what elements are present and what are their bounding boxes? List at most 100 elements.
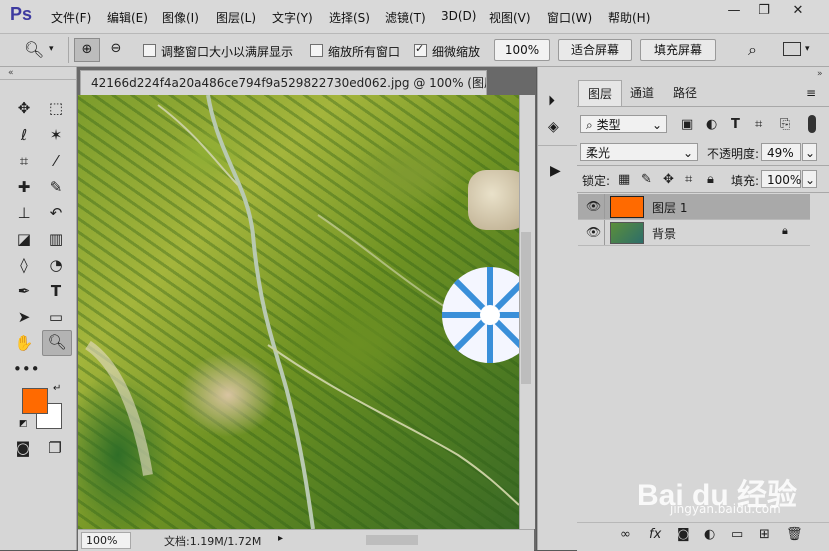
link-layers-icon[interactable]: ∞ bbox=[620, 527, 631, 543]
tab-channels[interactable]: 通道 bbox=[622, 80, 662, 106]
pen-tool-icon[interactable]: ✒ bbox=[13, 280, 35, 302]
path-selection-tool-icon[interactable]: ➤ bbox=[13, 306, 35, 328]
image-canvas[interactable] bbox=[78, 95, 519, 529]
zoom-all-checkbox[interactable] bbox=[310, 44, 323, 57]
history-panel-icon[interactable]: ⏵ bbox=[548, 93, 555, 109]
layer-name[interactable]: 背景 bbox=[652, 225, 676, 242]
resize-windows-checkbox[interactable] bbox=[143, 44, 156, 57]
visibility-eye-icon[interactable]: 👁︎ bbox=[586, 199, 601, 213]
actions-play-icon[interactable]: ▶ bbox=[550, 163, 561, 179]
eraser-tool-icon[interactable]: ◪ bbox=[13, 228, 35, 250]
restore-button[interactable]: ❐ bbox=[752, 3, 776, 19]
menu-help[interactable]: 帮助(H) bbox=[608, 9, 650, 26]
document-tab[interactable]: 42166d224f4a20a486ce794f9a529822730ed062… bbox=[80, 70, 487, 95]
collapse-icon[interactable]: » bbox=[817, 69, 823, 79]
default-colors-icon[interactable]: ◩ bbox=[19, 419, 28, 429]
magic-wand-tool-icon[interactable]: ✶ bbox=[45, 124, 67, 146]
chevron-down-icon[interactable]: ▾ bbox=[805, 44, 810, 54]
fit-screen-button[interactable]: 适合屏幕 bbox=[558, 39, 632, 61]
menu-view[interactable]: 视图(V) bbox=[489, 9, 531, 26]
chevron-right-icon[interactable]: ▸ bbox=[278, 533, 283, 544]
healing-brush-tool-icon[interactable]: ✚ bbox=[13, 176, 35, 198]
fill-screen-button[interactable]: 填充屏幕 bbox=[640, 39, 716, 61]
document-size: 文档:1.19M/1.72M bbox=[164, 535, 262, 548]
vertical-scrollbar-thumb[interactable] bbox=[521, 232, 531, 384]
panel-menu-icon[interactable]: ≡ bbox=[806, 86, 816, 100]
filter-kind-select[interactable]: ⌕ 类型 ⌄ bbox=[580, 115, 667, 133]
zoom-status[interactable]: 100% bbox=[81, 532, 131, 549]
clone-stamp-tool-icon[interactable]: ⊥ bbox=[13, 202, 35, 224]
new-group-icon[interactable]: ▭ bbox=[731, 527, 743, 543]
workspace-icon[interactable] bbox=[783, 42, 801, 56]
marquee-tool-icon[interactable]: ⬚ bbox=[45, 97, 67, 119]
fill-dropdown[interactable]: ⌄ bbox=[802, 170, 817, 188]
menu-layer[interactable]: 图层(L) bbox=[216, 9, 256, 26]
zoom-out-icon[interactable]: ⊖ bbox=[104, 38, 128, 60]
search-icon[interactable]: ⌕ bbox=[748, 40, 757, 60]
rectangle-tool-icon[interactable]: ▭ bbox=[45, 306, 67, 328]
shape-filter-icon[interactable]: ⌗ bbox=[755, 117, 762, 133]
layer-row-layer1[interactable]: 👁︎ 图层 1 bbox=[578, 194, 810, 220]
blur-tool-icon[interactable]: ◊ bbox=[13, 254, 35, 276]
layer-row-background[interactable]: 👁︎ 背景 🔒︎ bbox=[578, 220, 810, 246]
crop-tool-icon[interactable]: ⌗ bbox=[13, 150, 35, 172]
history-brush-tool-icon[interactable]: ↶ bbox=[45, 202, 67, 224]
lock-all-icon[interactable]: 🔒︎ bbox=[707, 172, 714, 188]
move-tool-icon[interactable]: ✥ bbox=[13, 97, 35, 119]
adjustment-layer-icon[interactable]: ◐ bbox=[704, 527, 715, 543]
chevron-down-icon[interactable]: ▾ bbox=[49, 44, 54, 54]
lock-artboard-icon[interactable]: ⌗ bbox=[685, 172, 692, 188]
menu-window[interactable]: 窗口(W) bbox=[547, 9, 592, 26]
screen-mode-icon[interactable]: ❐ bbox=[44, 437, 66, 459]
opacity-field[interactable]: 49% bbox=[761, 143, 801, 161]
swap-colors-icon[interactable]: ↵ bbox=[53, 383, 61, 394]
opacity-dropdown[interactable]: ⌄ bbox=[802, 143, 817, 161]
foreground-color-swatch[interactable] bbox=[22, 388, 48, 414]
minimize-button[interactable]: — bbox=[722, 3, 746, 19]
zoom-tool-icon[interactable]: 🔍︎ bbox=[42, 330, 72, 356]
lock-image-icon[interactable]: ✎ bbox=[641, 172, 652, 188]
tab-paths[interactable]: 路径 bbox=[664, 80, 706, 106]
type-filter-icon[interactable]: T bbox=[731, 117, 740, 133]
filter-toggle-icon[interactable] bbox=[808, 115, 816, 133]
hot-air-balloon bbox=[442, 267, 519, 363]
zoom-in-icon[interactable]: ⊕ bbox=[74, 38, 100, 62]
fx-icon[interactable]: fx bbox=[649, 527, 661, 543]
type-tool-icon[interactable]: T bbox=[45, 280, 67, 302]
menu-filter[interactable]: 滤镜(T) bbox=[385, 9, 426, 26]
collapse-icon[interactable]: « bbox=[8, 68, 14, 78]
zoom-tool-icon[interactable]: 🔍︎ bbox=[24, 40, 44, 59]
smart-object-filter-icon[interactable]: ⎘ bbox=[780, 117, 790, 133]
dodge-tool-icon[interactable]: ◔ bbox=[45, 254, 67, 276]
visibility-eye-icon[interactable]: 👁︎ bbox=[586, 225, 601, 239]
fill-field[interactable]: 100% bbox=[761, 170, 801, 188]
menu-type[interactable]: 文字(Y) bbox=[272, 9, 313, 26]
menu-image[interactable]: 图像(I) bbox=[162, 9, 199, 26]
layer-name[interactable]: 图层 1 bbox=[652, 199, 687, 216]
3d-panel-icon[interactable]: ◈ bbox=[548, 119, 559, 135]
menu-file[interactable]: 文件(F) bbox=[51, 9, 91, 26]
tab-layers[interactable]: 图层 bbox=[578, 80, 622, 107]
lasso-tool-icon[interactable]: ℓ bbox=[13, 124, 35, 146]
close-button[interactable]: ✕ bbox=[786, 3, 810, 19]
zoom-percent-field[interactable]: 100% bbox=[494, 39, 550, 61]
adjustment-filter-icon[interactable]: ◐ bbox=[706, 117, 717, 133]
menu-edit[interactable]: 编辑(E) bbox=[107, 9, 148, 26]
lock-position-icon[interactable]: ✥ bbox=[663, 172, 674, 188]
menu-3d[interactable]: 3D(D) bbox=[441, 9, 476, 23]
more-tools-icon[interactable]: ••• bbox=[13, 358, 40, 380]
lock-transparent-icon[interactable]: ▦ bbox=[618, 172, 630, 188]
horizontal-scrollbar-thumb[interactable] bbox=[366, 535, 418, 545]
scrubby-zoom-checkbox[interactable] bbox=[414, 42, 427, 57]
new-layer-icon[interactable]: ⊞ bbox=[759, 527, 770, 543]
menu-select[interactable]: 选择(S) bbox=[329, 9, 370, 26]
quick-mask-icon[interactable]: ◙ bbox=[12, 437, 34, 459]
gradient-tool-icon[interactable]: ▥ bbox=[45, 228, 67, 250]
add-mask-icon[interactable]: ◙ bbox=[677, 527, 690, 543]
blend-mode-select[interactable]: 柔光 ⌄ bbox=[580, 143, 698, 161]
delete-layer-icon[interactable]: 🗑︎ bbox=[786, 527, 803, 543]
brush-tool-icon[interactable]: ✎ bbox=[45, 176, 67, 198]
hand-tool-icon[interactable]: ✋ bbox=[13, 332, 35, 354]
eyedropper-tool-icon[interactable]: ⁄ bbox=[45, 150, 67, 172]
pixel-filter-icon[interactable]: ▣ bbox=[681, 117, 693, 133]
